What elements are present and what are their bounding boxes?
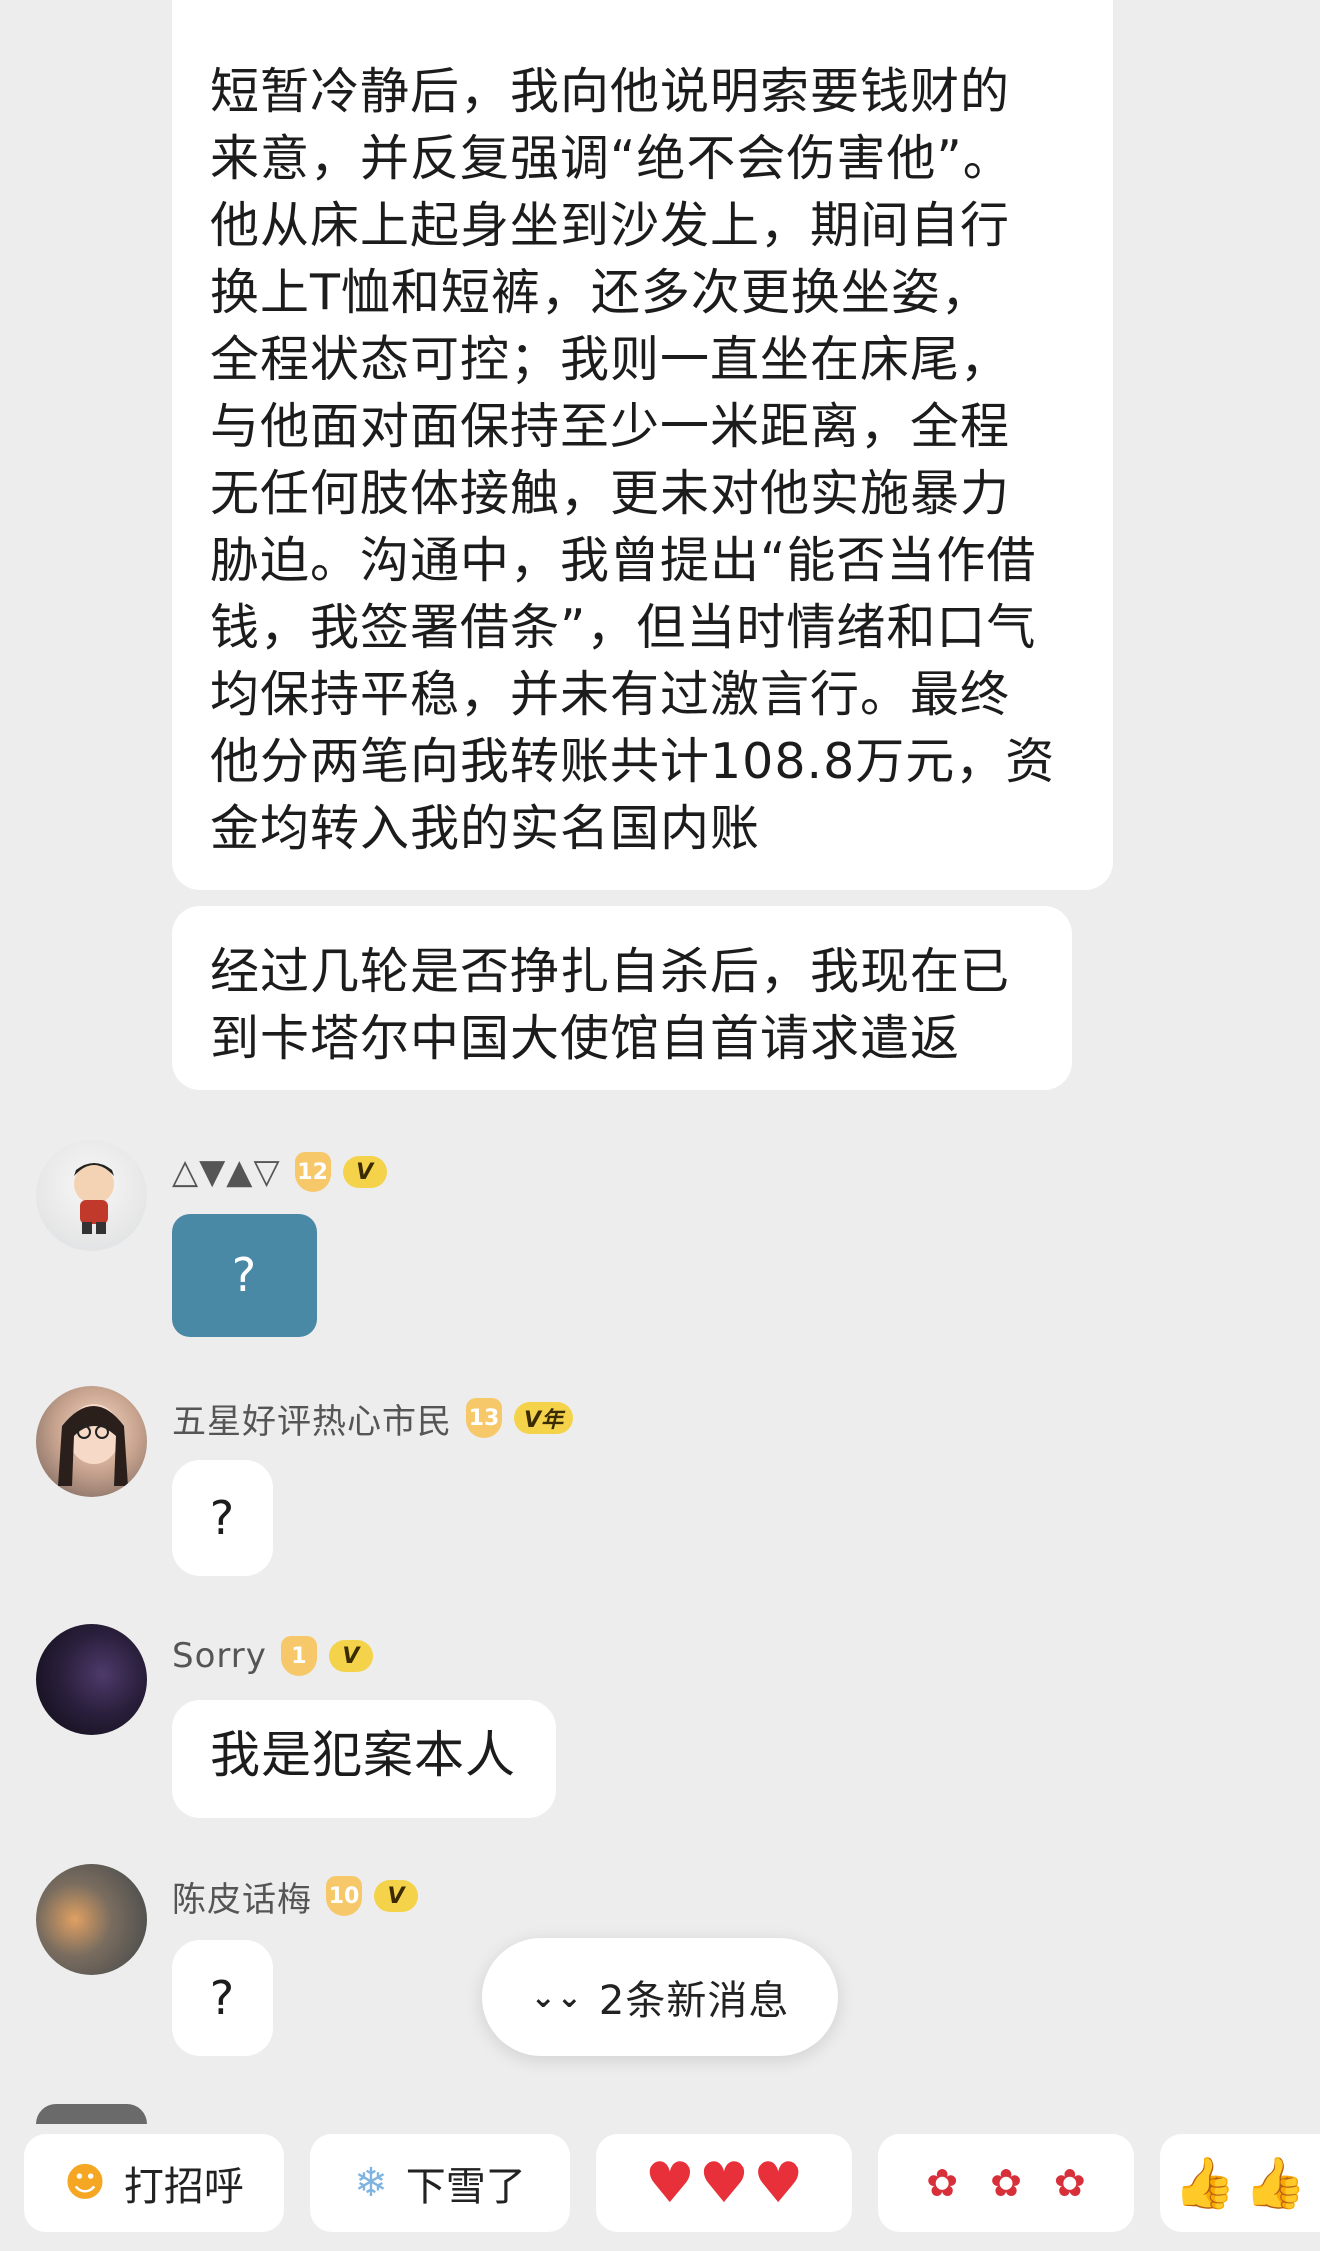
username: Sorry — [172, 1636, 267, 1676]
vip-badge: V — [374, 1880, 418, 1912]
hearts-icon: ♥♥♥ — [644, 2150, 804, 2216]
level-badge: 1 — [280, 1636, 317, 1676]
quick-reply-hearts[interactable]: ♥♥♥ — [596, 2134, 852, 2232]
level-badge: 10 — [326, 1876, 362, 1916]
quick-reply-roses[interactable]: ✿ ✿ ✿ — [878, 2134, 1134, 2232]
user-header: △▼▲▽ 12 V — [172, 1148, 387, 1196]
avatar[interactable] — [36, 1140, 147, 1251]
snowflake-icon: ❄ — [354, 2160, 388, 2206]
thumbs-up-icon: 👍 👍 — [1173, 2153, 1307, 2212]
username: 陈皮话梅 — [172, 1879, 312, 1920]
message-bubble-long: 短暂冷静后，我向他说明索要钱财的 来意，并反复强调“绝不会伤害他”。 他从床上起… — [172, 0, 1113, 890]
message-bubble: ? — [172, 1940, 273, 2056]
quick-reply-greet[interactable]: ☻ 打招呼 — [24, 2134, 284, 2232]
cartoon-avatar-icon — [74, 1163, 114, 1234]
user-header: Sorry 1 V — [172, 1632, 373, 1680]
username: 五星好评热心市民 — [172, 1401, 452, 1442]
quick-reply-label: 打招呼 — [123, 2164, 244, 2210]
message-bubble-confession: 经过几轮是否挣扎自杀后，我现在已 到卡塔尔中国大使馆自首请求遣返 — [172, 906, 1072, 1090]
new-messages-label: 2条新消息 — [598, 1978, 790, 2024]
message-text: 我是犯案本人 — [210, 1726, 516, 1784]
smile-face-icon: ☻ — [64, 2160, 106, 2206]
portrait-avatar-icon — [58, 1404, 128, 1486]
avatar[interactable] — [36, 1864, 147, 1975]
message-text: ? — [209, 1490, 236, 1545]
chevron-double-down-icon: ⌄⌄ — [530, 1979, 583, 2015]
message-bubble: ? — [172, 1460, 273, 1576]
message-bubble: 我是犯案本人 — [172, 1700, 556, 1818]
quick-reply-thumbs[interactable]: 👍 👍 — [1160, 2134, 1320, 2232]
roses-icon: ✿ ✿ ✿ — [926, 2161, 1086, 2205]
vip-badge: V — [342, 1156, 387, 1188]
message-text: ? — [231, 1248, 258, 1302]
user-header: 陈皮话梅 10 V — [172, 1872, 418, 1920]
avatar[interactable] — [36, 1624, 147, 1735]
vip-badge: V — [328, 1640, 373, 1672]
message-text: ? — [209, 1970, 236, 2025]
avatar[interactable] — [36, 1386, 147, 1497]
user-header: 五星好评热心市民 13 V年 — [172, 1394, 574, 1442]
message-bubble: ? — [172, 1214, 317, 1337]
quick-reply-snow[interactable]: ❄ 下雪了 — [310, 2134, 570, 2232]
level-badge: 13 — [466, 1398, 502, 1438]
quick-reply-label: 下雪了 — [405, 2164, 526, 2210]
level-badge: 12 — [294, 1152, 331, 1192]
new-messages-button[interactable]: ⌄⌄ 2条新消息 — [482, 1938, 838, 2056]
username: △▼▲▽ — [172, 1152, 281, 1192]
vip-badge: V年 — [514, 1402, 574, 1434]
quick-reply-bar: ☻ 打招呼 ❄ 下雪了 ♥♥♥ ✿ ✿ ✿ 👍 👍 — [0, 2120, 1320, 2251]
